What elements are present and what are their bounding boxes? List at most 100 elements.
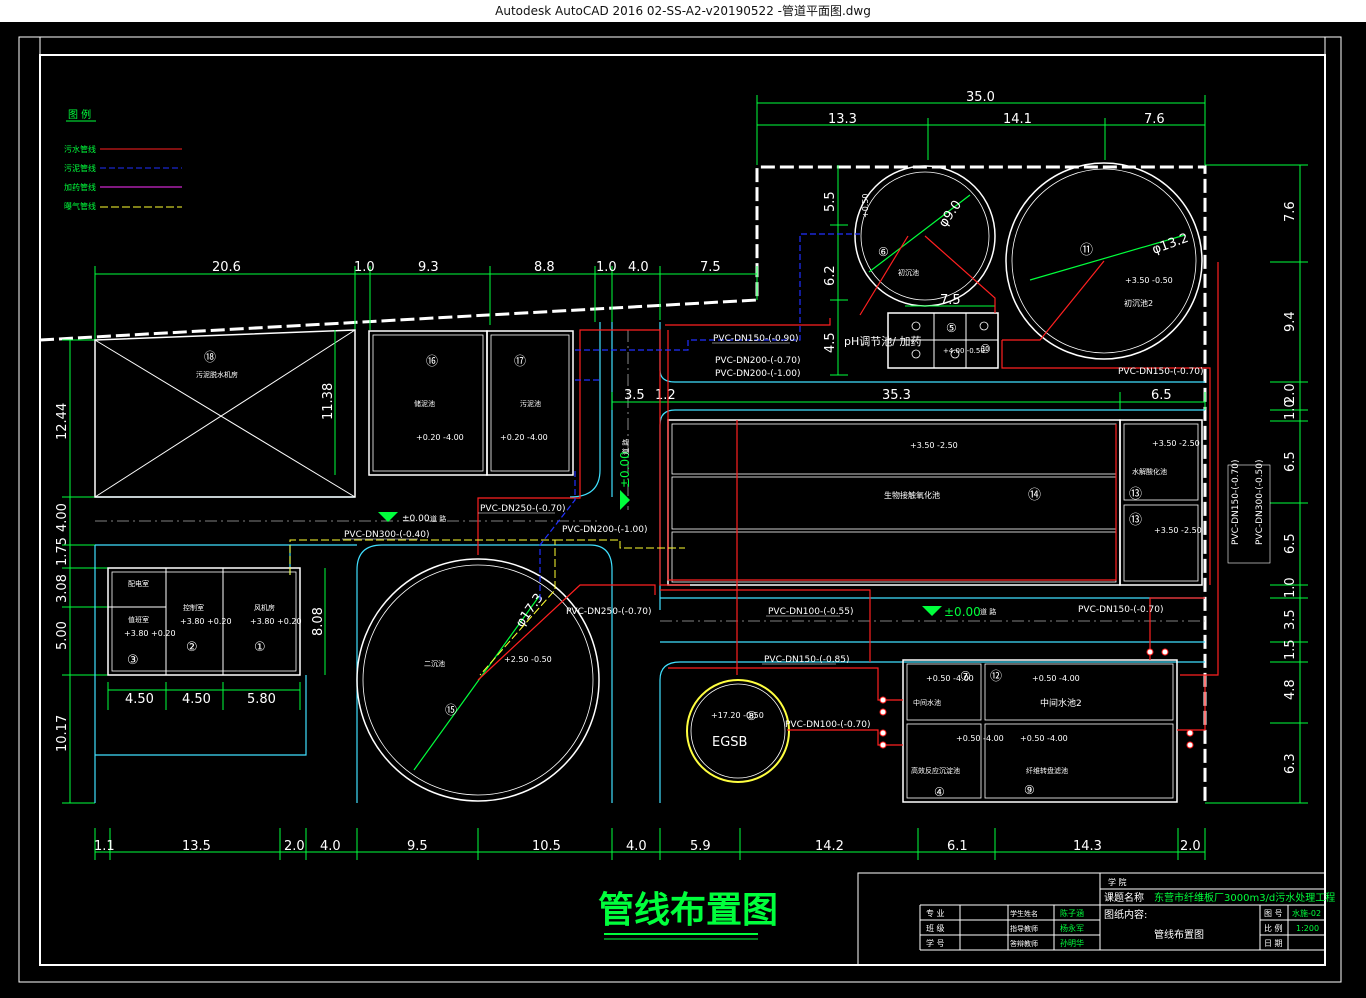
inner-sheet-border <box>39 54 1326 966</box>
unit-4-number: ④ <box>934 785 945 799</box>
dim-inner-7-5: 7.5 <box>940 293 961 308</box>
tb-topic: 东营市纤维板厂3000m3/d污水处理工程 <box>1154 891 1335 904</box>
dim-left-3: 1.75 <box>55 537 70 566</box>
unit-1-elev: +3.80 +0.20 <box>250 617 302 626</box>
tb-scale-label: 比 例 <box>1264 923 1283 933</box>
dim-right-9: 1.5 <box>1283 639 1298 660</box>
dim-top-1: 13.3 <box>828 112 857 127</box>
unit-13a-number: ⑬ <box>1129 487 1142 502</box>
drawing-title: 管线布置图 <box>598 890 778 931</box>
unit-17-number: ⑰ <box>514 354 526 368</box>
dim-right-5: 6.5 <box>1283 451 1298 472</box>
unit-17-sludge-tank[interactable]: ⑰ 污泥池 +0.20 -4.00 <box>486 330 574 476</box>
window-title-bar: Autodesk AutoCAD 2016 02-SS-A2-v20190522… <box>0 0 1366 22</box>
tb-reviewer: 孙明华 <box>1060 938 1084 948</box>
legend: 图 例 污水管线 污泥管线 加药管线 曝气管线 <box>64 108 182 211</box>
title-block <box>857 872 1326 966</box>
tb-major-label: 专 业 <box>926 908 945 918</box>
dimension-mid <box>94 266 758 340</box>
road-label-2: 道 路 <box>621 439 630 455</box>
pipe-label-5: PVC-DN250-(-0.70) <box>480 504 566 514</box>
tb-class-label: 班 级 <box>926 923 945 933</box>
dim-mid-4: 8.8 <box>534 260 555 275</box>
units-7-12-4-9-block[interactable]: +0.50 -4.00 ⑦ 中间水池 ⑫ +0.50 -4.00 中间水池2 +… <box>902 659 1178 803</box>
unit-15-number: ⑮ <box>445 703 457 717</box>
dim-bot-4: 4.0 <box>320 839 341 854</box>
dim-phi-13-2: φ13.2 <box>1150 231 1190 258</box>
dim-right-11: 6.3 <box>1283 753 1298 774</box>
unit-5-ph-tank[interactable]: pH调节池/ 加药 ⑤ ⑩ +4.00 -0.50 <box>844 312 999 369</box>
unit-2-elev: +3.80 +0.20 <box>180 617 232 626</box>
building-units-1-3[interactable]: 配电室 值班室 +3.80 +0.20 ③ 控制室 +3.80 +0.20 ② … <box>107 567 302 676</box>
unit-3-elev: +3.80 +0.20 <box>124 629 176 638</box>
unit-12-number: ⑫ <box>990 669 1002 683</box>
dim-right-1: 7.6 <box>1283 201 1298 222</box>
dim-right-4: 1.0 <box>1283 399 1298 420</box>
ph-label: pH调节池/ 加药 <box>844 335 921 348</box>
tb-content-label: 图纸内容: <box>1104 908 1147 921</box>
pipe-label-10: PVC-DN150-(-0.70) <box>1078 605 1164 615</box>
unit-3-extra: 配电室 <box>128 579 149 588</box>
dim-inner-4-50a: 4.50 <box>125 692 154 707</box>
unit-9-name: 纤维转盘滤池 <box>1026 766 1068 775</box>
dim-mid-5: 1.0 <box>596 260 617 275</box>
tb-school: 学 院 <box>1108 877 1127 887</box>
tb-reviewer-label: 答辩教师 <box>1010 939 1038 948</box>
roads <box>94 322 1205 803</box>
unit-12-elev: +0.50 -4.00 <box>1032 674 1080 683</box>
dim-right-8: 3.5 <box>1283 609 1298 630</box>
pipe-label-12: PVC-DN100-(-0.70) <box>785 720 871 730</box>
unit-16-sludge-storage[interactable]: ⑯ 储泥池 +0.20 -4.00 <box>368 330 488 476</box>
unit-9-number: ⑨ <box>1024 783 1035 797</box>
drawing-title-group: 管线布置图 <box>598 890 778 940</box>
unit-16-number: ⑯ <box>426 354 438 368</box>
dim-right-6: 6.5 <box>1283 533 1298 554</box>
unit-16-elev: +0.20 -4.00 <box>416 433 464 442</box>
unit-2-name: 控制室 <box>183 603 204 612</box>
unit-14-elev: +3.50 -2.50 <box>910 441 958 450</box>
unit-3-name: 值班室 <box>128 615 149 624</box>
unit-4-name: 高效反应沉淀池 <box>911 766 960 775</box>
unit-14-bio-oxidation-tank[interactable]: +3.50 -2.50 生物接触氧化池 ⑭ <box>667 419 1121 586</box>
dim-mid-7: 7.5 <box>700 260 721 275</box>
pipe-label-9: PVC-DN100-(-0.55) <box>768 607 854 617</box>
unit-5-number: ⑤ <box>946 321 957 335</box>
dim-inner-35-3: 35.3 <box>882 388 911 403</box>
sewage-pipes <box>477 235 1219 746</box>
unit-6-elev: +0.50 <box>861 193 870 218</box>
dim-bot-2: 13.5 <box>182 839 211 854</box>
unit-18-dewatering-house[interactable]: ⑱ 污泥脱水机房 <box>94 329 356 498</box>
dim-top-total: 35.0 <box>966 90 995 105</box>
dim-bot-12: 2.0 <box>1180 839 1201 854</box>
unit-15-name: 二沉池 <box>424 659 445 668</box>
pipe-label-8: PVC-DN250-(-0.70) <box>566 607 652 617</box>
road-label-3: 道 路 <box>980 607 996 616</box>
dim-inner-8-08: 8.08 <box>311 607 326 636</box>
cad-drawing[interactable]: 图 例 污水管线 污泥管线 加药管线 曝气管线 35.0 13.3 14.1 7… <box>0 22 1366 994</box>
unit-12-name: 中间水池2 <box>1040 697 1082 709</box>
dim-top-2: 14.1 <box>1003 112 1032 127</box>
dim-buildings <box>107 568 326 710</box>
dim-inner-4-5: 4.5 <box>823 332 838 353</box>
unit-8-egsb-reactor[interactable]: +17.20 -0.50 ⑧ EGSB <box>686 679 790 783</box>
unit-13-hydrolysis-tanks[interactable]: +3.50 -2.50 水解酸化池 ⑬ ⑬ +3.50 -2.50 <box>1119 419 1203 586</box>
dim-mid-1: 20.6 <box>212 260 241 275</box>
unit-13b-elev: +3.50 -2.50 <box>1154 526 1202 535</box>
tb-scale: 1:200 <box>1296 924 1319 933</box>
unit-17-name: 污泥池 <box>520 399 541 408</box>
unit-15-elev: +2.50 -0.50 <box>504 655 552 664</box>
pipe-label-1: PVC-DN150-(-0.90) <box>713 334 799 344</box>
dim-inner-5-80: 5.80 <box>247 692 276 707</box>
pipe-label-6: PVC-DN300-(-0.40) <box>344 530 430 540</box>
pipe-label-7: PVC-DN200-(-1.00) <box>562 525 648 535</box>
unit-18-name: 污泥脱水机房 <box>196 370 238 379</box>
tb-advisor: 杨永军 <box>1060 923 1084 933</box>
dim-top-3: 7.6 <box>1144 112 1165 127</box>
dim-bot-11: 14.3 <box>1073 839 1102 854</box>
unit-14-number: ⑭ <box>1028 488 1041 503</box>
pipe-label-2: PVC-DN200-(-0.70) <box>715 356 801 366</box>
legend-label-sewage: 污水管线 <box>64 144 96 154</box>
drawing-canvas[interactable]: 图 例 污水管线 污泥管线 加药管线 曝气管线 35.0 13.3 14.1 7… <box>0 22 1366 994</box>
tb-advisor-label: 指导教师 <box>1010 924 1038 933</box>
unit-14-name: 生物接触氧化池 <box>884 490 940 500</box>
